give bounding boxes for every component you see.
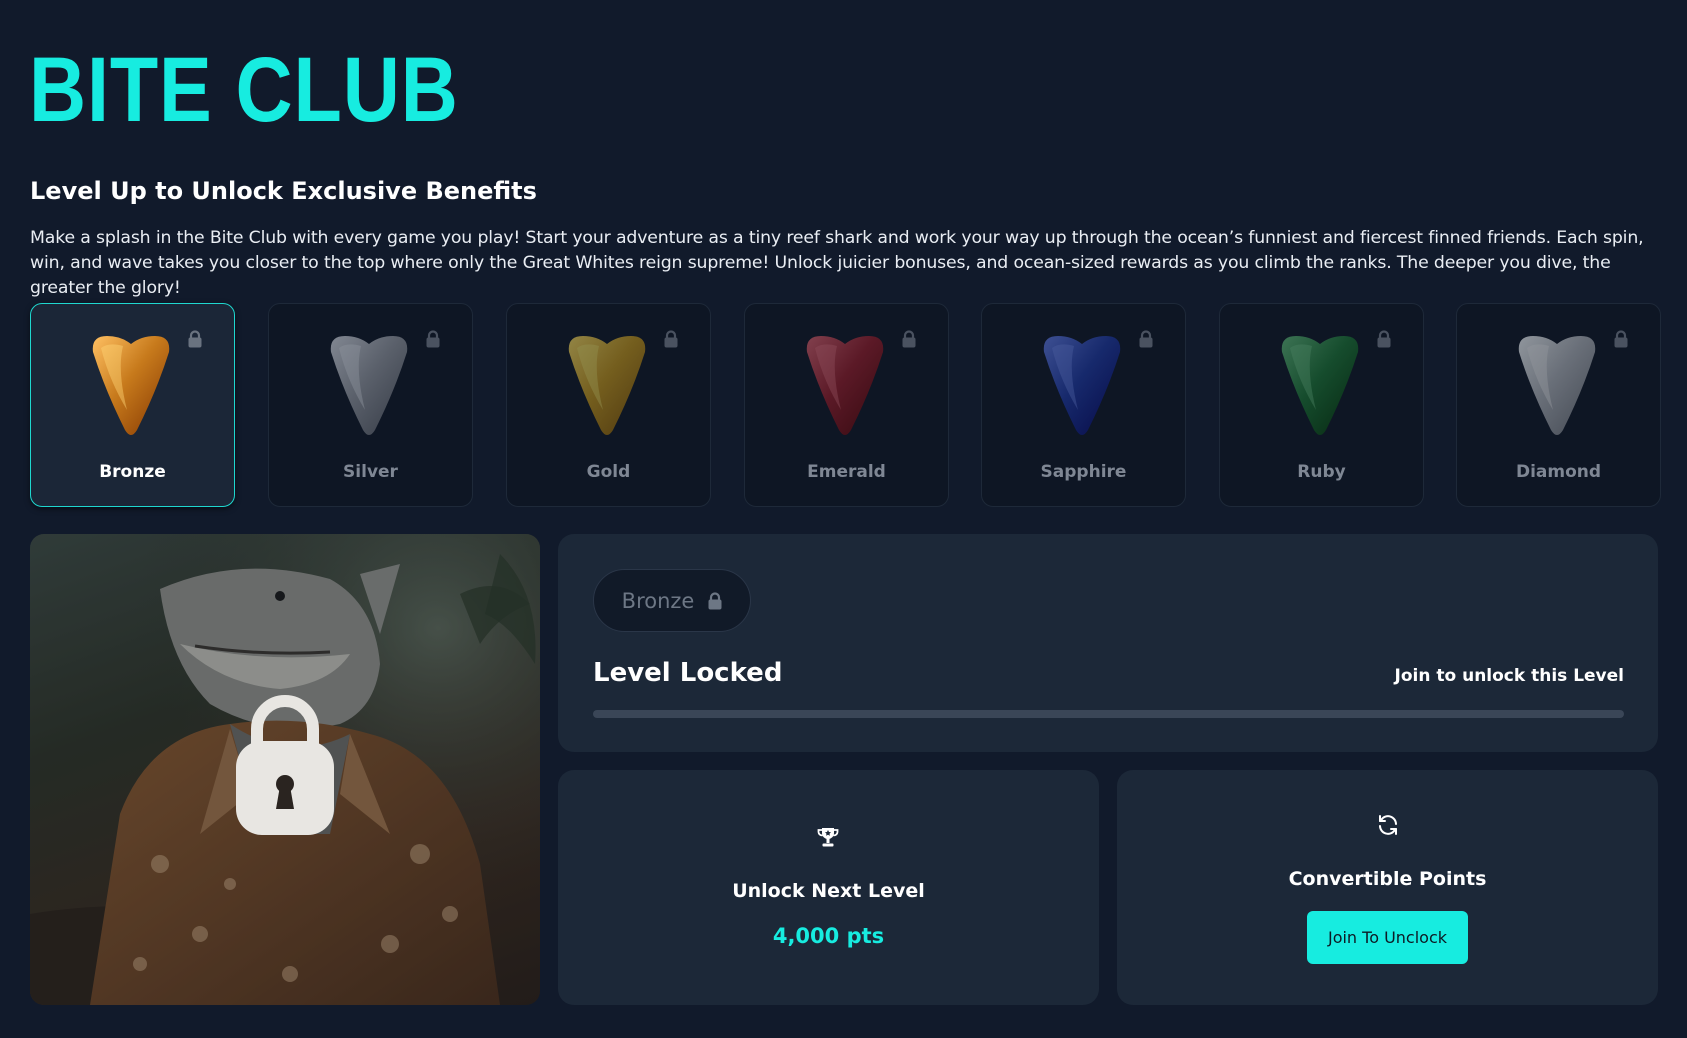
tier-card-diamond[interactable]: Diamond [1456,303,1661,507]
intro-description: Make a splash in the Bite Club with ever… [30,228,1644,298]
points-required: 4,000 pts [772,924,885,948]
level-status-panel: Bronze Level Locked Join to unlock this … [558,534,1658,752]
unlock-next-level-title: Unlock Next Level [732,880,925,902]
silver-tooth-icon [330,336,408,435]
tier-card-gold[interactable]: Gold [506,303,711,507]
tier-label: Ruby [1297,462,1346,482]
sapphire-tooth-icon [1043,336,1121,435]
lock-icon [188,330,202,348]
join-to-unlock-button[interactable]: Join To Unclock [1307,911,1468,964]
tier-label: Silver [343,462,398,482]
shark-mascot-illustration [30,534,540,1005]
tier-card-emerald[interactable]: Emerald [744,303,949,507]
tier-label: Gold [586,462,631,482]
tier-card-silver[interactable]: Silver [268,303,473,507]
page-title: BITE CLUB [29,39,459,141]
tier-card-ruby[interactable]: Ruby [1219,303,1424,507]
bronze-tooth-icon [92,336,170,435]
convertible-points-card: Convertible Points Join To Unclock [1117,770,1658,1005]
tier-card-sapphire[interactable]: Sapphire [981,303,1186,507]
emerald-tooth-icon [806,336,884,435]
convertible-points-title: Convertible Points [1288,868,1487,890]
tier-label: Diamond [1515,462,1602,482]
refresh-icon [1379,815,1397,835]
tier-hero-image [30,534,540,1005]
lock-icon [426,330,440,348]
trophy-icon [817,828,839,847]
join-unlock-text: Join to unlock this Level [1394,666,1624,686]
level-pill-label: Bronze [621,588,695,613]
gold-tooth-icon [568,336,646,435]
ruby-tooth-icon [1281,336,1359,435]
tier-label: Sapphire [1040,462,1127,482]
lock-icon [1377,330,1391,348]
tier-label: Bronze [99,462,166,482]
diamond-tooth-icon [1518,336,1596,435]
lock-icon [664,330,678,348]
section-subtitle: Level Up to Unlock Exclusive Benefits [30,177,537,205]
lock-icon [1139,330,1153,348]
level-progress-bar [593,710,1624,718]
level-status: Level Locked [593,658,783,688]
lock-icon [902,330,916,348]
lock-icon [1614,330,1628,348]
unlock-next-level-card: Unlock Next Level 4,000 pts [558,770,1099,1005]
tier-card-bronze[interactable]: Bronze [30,303,235,507]
tier-list: Bronze Silver Gold Emerald Sapphire Ruby… [30,303,1661,507]
level-pill: Bronze [593,569,751,632]
tier-label: Emerald [807,462,886,482]
lock-icon [708,591,722,609]
